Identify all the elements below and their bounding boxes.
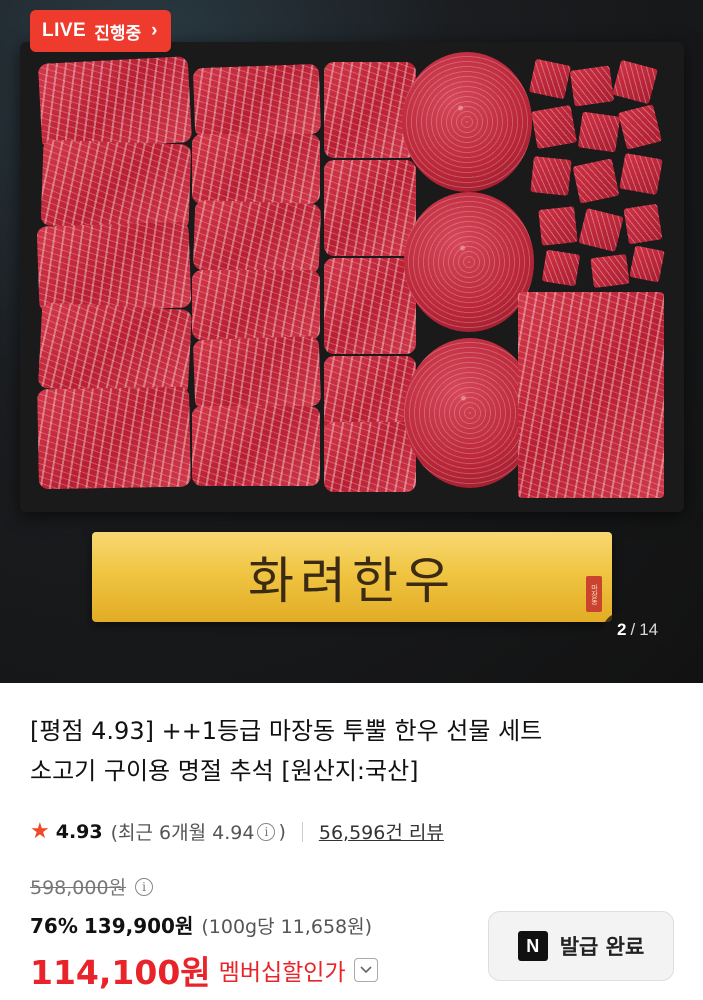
reviews-link[interactable]: 56,596건 리뷰 — [319, 818, 444, 845]
discount-rate: 76% — [30, 914, 78, 938]
live-badge[interactable]: LIVE 진행중 › — [30, 10, 172, 52]
original-price: 598,000원 — [30, 877, 127, 899]
image-pager: 2 / 14 — [603, 613, 673, 647]
live-status: 진행중 — [94, 23, 142, 43]
rating-row: ★ 4.93 (최근 6개월 4.94 i ) 56,596건 리뷰 — [30, 818, 444, 845]
brand-banner: 화려한우 마장동 — [92, 532, 612, 622]
discount-row: 76% 139,900원 (100g당 11,658원) — [30, 910, 372, 939]
original-price-row: 598,000원 i — [30, 873, 156, 900]
star-icon: ★ — [30, 819, 50, 844]
divider — [301, 821, 303, 842]
recent-rating: (최근 6개월 4.94 i ) — [111, 818, 286, 845]
coupon-label: 발급 완료 — [559, 935, 645, 959]
rating-score: 4.93 — [55, 820, 103, 843]
chevron-down-icon[interactable] — [353, 958, 378, 982]
recent-rating-close: ) — [278, 820, 286, 843]
naver-n-icon: N — [517, 931, 548, 961]
pager-current: 2 — [617, 620, 627, 639]
product-title-line1: [평점 4.93] ++1등급 마장동 투뿔 한우 선물 세트 — [30, 717, 543, 745]
discount-price: 139,900원 — [83, 914, 194, 938]
price-info-icon[interactable]: i — [135, 877, 154, 896]
info-icon[interactable]: i — [257, 822, 276, 841]
member-price: 114,100원 — [30, 953, 211, 992]
unit-price: (100g당 11,658원) — [201, 916, 373, 938]
meat-tray-image — [20, 42, 684, 512]
brand-name: 화려한우 — [248, 552, 456, 610]
product-title: [평점 4.93] ++1등급 마장동 투뿔 한우 선물 세트 소고기 구이용 … — [30, 711, 650, 791]
brand-seal: 마장동 — [586, 576, 602, 612]
coupon-issued-button[interactable]: N 발급 완료 — [488, 911, 674, 981]
member-price-label: 멤버십할인가 — [218, 960, 346, 986]
product-title-line2: 소고기 구이용 명절 추석 [원산지:국산] — [30, 757, 419, 785]
recent-rating-text: (최근 6개월 4.94 — [110, 822, 255, 844]
pager-total: 14 — [639, 620, 659, 639]
live-label: LIVE — [42, 20, 87, 41]
product-info: [평점 4.93] ++1등급 마장동 투뿔 한우 선물 세트 소고기 구이용 … — [0, 683, 703, 1000]
member-price-row: 114,100원 멤버십할인가 — [30, 946, 378, 994]
product-image-carousel[interactable]: LIVE 진행중 › 화려한우 마장동 2 / 14 — [0, 0, 703, 683]
seal-text: 마장동 — [590, 583, 599, 605]
chevron-right-icon: › — [151, 20, 158, 41]
